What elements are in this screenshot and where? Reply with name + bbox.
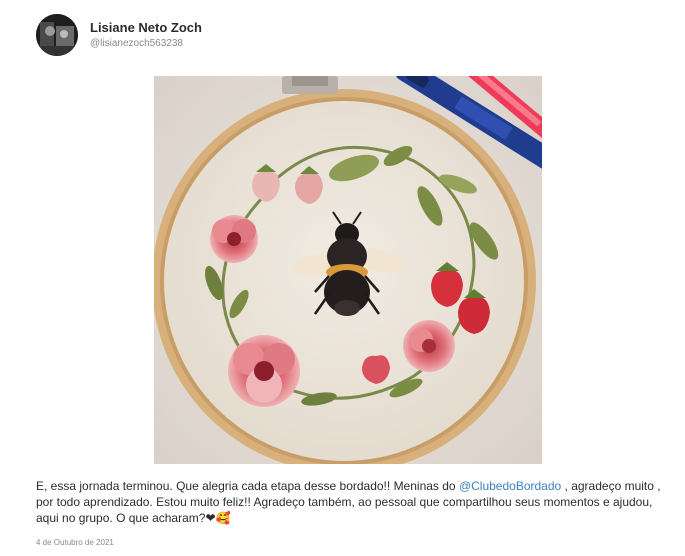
author-handle: @lisianezoch563238 [90, 37, 183, 49]
avatar[interactable] [36, 14, 78, 56]
caption-text-start: E, essa jornada terminou. Que alegria ca… [36, 479, 459, 493]
mention-link[interactable]: @ClubedoBordado [459, 479, 561, 493]
avatar-image [36, 14, 78, 56]
post-card: Lisiane Neto Zoch @lisianezoch563238 E, … [0, 0, 685, 556]
author-info: Lisiane Neto Zoch @lisianezoch563238 [90, 20, 202, 51]
embroidery-photo-icon [154, 76, 542, 464]
author-name[interactable]: Lisiane Neto Zoch [90, 20, 202, 36]
post-header: Lisiane Neto Zoch @lisianezoch563238 [36, 14, 202, 56]
post-photo[interactable] [154, 76, 542, 464]
post-date: 4 de Outubro de 2021 [36, 538, 114, 547]
post-caption: E, essa jornada terminou. Que alegria ca… [36, 478, 661, 526]
